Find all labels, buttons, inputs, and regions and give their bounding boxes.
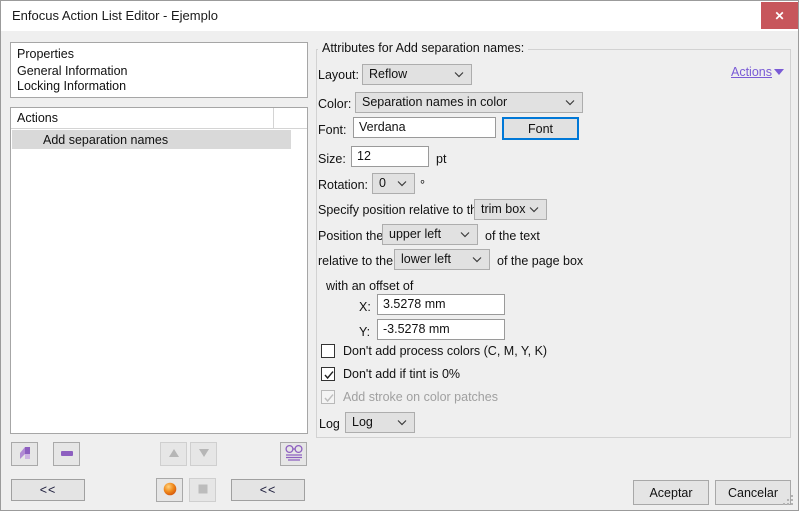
accept-button[interactable]: Aceptar: [633, 480, 709, 505]
layout-label: Layout:: [318, 68, 360, 82]
chevron-down-icon: [565, 93, 575, 114]
text-anchor-select[interactable]: upper left: [382, 224, 478, 245]
font-value: Verdana: [359, 120, 406, 134]
chevron-down-icon: [529, 200, 539, 221]
log-label: Log: [319, 417, 340, 431]
specify-position-label: Specify position relative to the: [318, 203, 485, 217]
color-label: Color:: [318, 97, 352, 111]
offset-x-value: 3.5278 mm: [383, 297, 446, 311]
actions-column-header: Actions: [17, 111, 58, 125]
properties-item-properties[interactable]: Properties: [17, 47, 74, 61]
offset-x-input[interactable]: 3.5278 mm: [377, 294, 505, 315]
title-bar: Enfocus Action List Editor - Ejemplo ✕: [1, 1, 798, 31]
chevron-down-icon: [460, 225, 470, 246]
checkbox-box: [321, 390, 335, 404]
log-value: Log: [352, 415, 373, 429]
chevron-down-icon: [397, 413, 407, 434]
remove-action-icon: [58, 444, 76, 465]
text-anchor-value: upper left: [389, 227, 442, 241]
chevron-down-icon: [472, 250, 482, 271]
square-button[interactable]: [189, 478, 216, 502]
chevron-down-icon: [774, 69, 784, 75]
box-anchor-select[interactable]: lower left: [394, 249, 490, 270]
actions-menu-label: Actions: [731, 65, 772, 79]
size-value: 12: [357, 149, 371, 163]
position-the-suffix: of the text: [485, 229, 540, 243]
font-label: Font:: [318, 123, 347, 137]
page-box-value: trim box: [481, 202, 526, 216]
offset-y-input[interactable]: -3.5278 mm: [377, 319, 505, 340]
chevron-down-icon: [454, 65, 464, 86]
rotation-value: 0: [379, 176, 386, 190]
properties-panel[interactable]: Properties General Information Locking I…: [10, 42, 308, 98]
offset-label: with an offset of: [326, 279, 414, 293]
color-select[interactable]: Separation names in color: [355, 92, 583, 113]
font-input[interactable]: Verdana: [353, 117, 496, 138]
attributes-legend: Attributes for Add separation names:: [318, 41, 529, 55]
page-box-select[interactable]: trim box: [474, 199, 547, 220]
square-icon: [196, 482, 210, 499]
relative-to-suffix: of the page box: [497, 254, 584, 268]
log-select[interactable]: Log: [345, 412, 415, 433]
move-down-button[interactable]: [190, 442, 217, 466]
actions-list-panel[interactable]: Actions Add separation names: [10, 107, 308, 434]
layout-select[interactable]: Reflow: [362, 64, 472, 85]
color-value: Separation names in color: [362, 95, 508, 109]
rotation-select[interactable]: 0: [372, 173, 415, 194]
window-title: Enfocus Action List Editor - Ejemplo: [12, 8, 218, 23]
offset-y-label: Y:: [359, 325, 371, 339]
arrow-up-icon: [166, 446, 182, 463]
glasses-icon: [284, 444, 304, 465]
add-action-icon: [16, 444, 34, 465]
position-the-label: Position the: [318, 229, 384, 243]
actions-menu-link[interactable]: Actions: [731, 65, 784, 79]
remove-action-button[interactable]: [53, 442, 80, 466]
sphere-button[interactable]: [156, 478, 183, 502]
close-icon: ✕: [774, 8, 785, 23]
action-row-label: Add separation names: [43, 133, 169, 147]
properties-item-general-information[interactable]: General Information: [17, 64, 127, 78]
checkbox-box[interactable]: [321, 344, 335, 358]
actions-list-header: Actions: [11, 108, 307, 129]
checkbox-label: Don't add if tint is 0%: [343, 367, 461, 381]
sphere-icon: [162, 481, 178, 500]
cancel-button[interactable]: Cancelar: [715, 480, 791, 505]
properties-item-locking-information[interactable]: Locking Information: [17, 79, 126, 93]
checkbox-label: Add stroke on color patches: [343, 390, 498, 404]
layout-value: Reflow: [369, 67, 408, 81]
font-button[interactable]: Font: [502, 117, 579, 140]
collapse-right-button[interactable]: <<: [231, 479, 305, 501]
chevron-down-icon: [397, 174, 407, 195]
column-divider[interactable]: [273, 108, 274, 129]
offset-y-value: -3.5278 mm: [383, 322, 450, 336]
add-action-button[interactable]: [11, 442, 38, 466]
collapse-left-button[interactable]: <<: [11, 479, 85, 501]
close-button[interactable]: ✕: [761, 2, 798, 29]
size-input[interactable]: 12: [351, 146, 429, 167]
size-unit: pt: [436, 152, 447, 166]
rotation-unit: °: [420, 178, 425, 192]
relative-to-label: relative to the: [318, 254, 394, 268]
offset-x-label: X:: [359, 300, 371, 314]
checkbox-label: Don't add process colors (C, M, Y, K): [343, 344, 548, 358]
dialog-window: Enfocus Action List Editor - Ejemplo ✕ P…: [0, 0, 799, 511]
list-item[interactable]: Add separation names: [12, 130, 291, 149]
move-up-button[interactable]: [160, 442, 187, 466]
preview-button[interactable]: [280, 442, 307, 466]
box-anchor-value: lower left: [401, 252, 452, 266]
size-label: Size:: [318, 152, 346, 166]
checkbox-box[interactable]: [321, 367, 335, 381]
resize-grip[interactable]: [783, 495, 795, 507]
rotation-label: Rotation:: [318, 178, 369, 192]
arrow-down-icon: [196, 446, 212, 463]
